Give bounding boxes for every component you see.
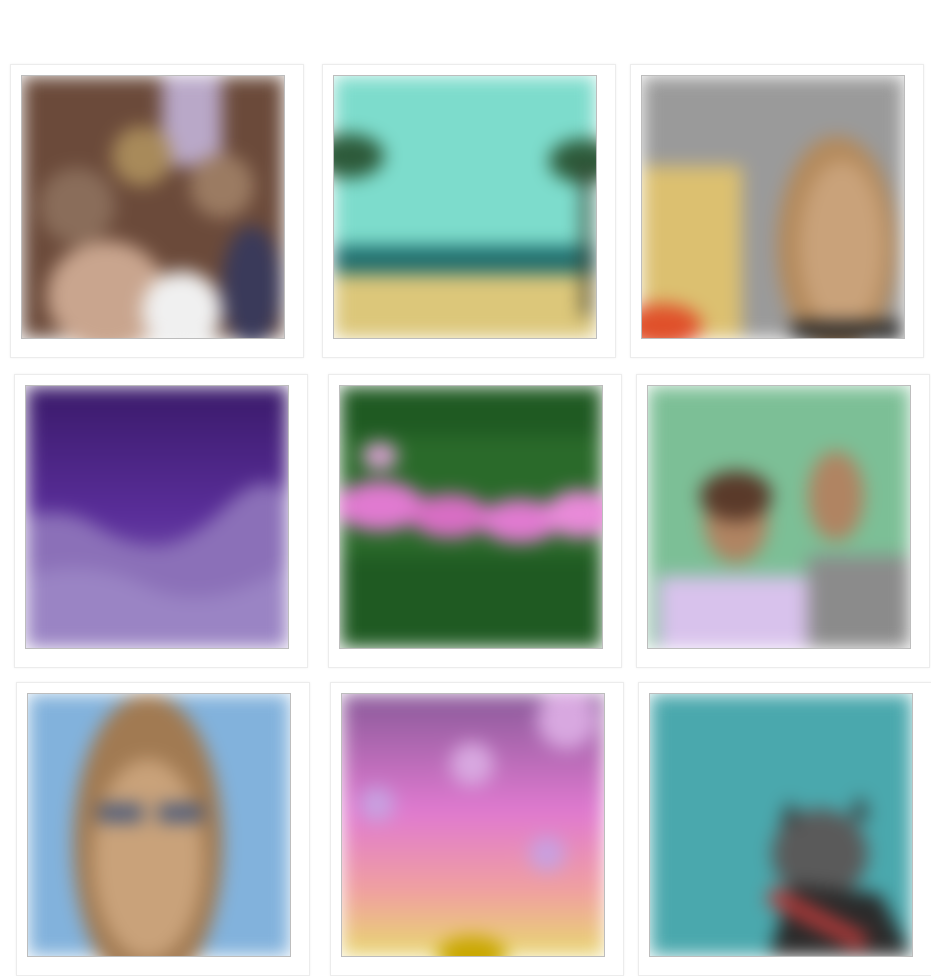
photo-card-sunglasses[interactable] bbox=[16, 682, 310, 976]
photo-card-portrait[interactable] bbox=[630, 64, 924, 358]
photo-card-group[interactable] bbox=[10, 64, 304, 358]
photo-card-two-people[interactable] bbox=[636, 374, 930, 668]
photo-thumbnail[interactable] bbox=[641, 75, 905, 339]
photo-thumbnail[interactable] bbox=[647, 385, 911, 649]
photo-thumbnail[interactable] bbox=[21, 75, 285, 339]
photo-card-dog[interactable] bbox=[638, 682, 931, 976]
photo-thumbnail[interactable] bbox=[25, 385, 289, 649]
photo-thumbnail[interactable] bbox=[341, 693, 605, 957]
photo-card-floral[interactable] bbox=[328, 374, 622, 668]
photo-grid bbox=[0, 0, 931, 976]
photo-card-beach[interactable] bbox=[322, 64, 616, 358]
photo-card-purple[interactable] bbox=[14, 374, 308, 668]
photo-thumbnail[interactable] bbox=[649, 693, 913, 957]
photo-thumbnail[interactable] bbox=[339, 385, 603, 649]
photo-card-pastel[interactable] bbox=[330, 682, 624, 976]
photo-thumbnail[interactable] bbox=[27, 693, 291, 957]
photo-thumbnail[interactable] bbox=[333, 75, 597, 339]
